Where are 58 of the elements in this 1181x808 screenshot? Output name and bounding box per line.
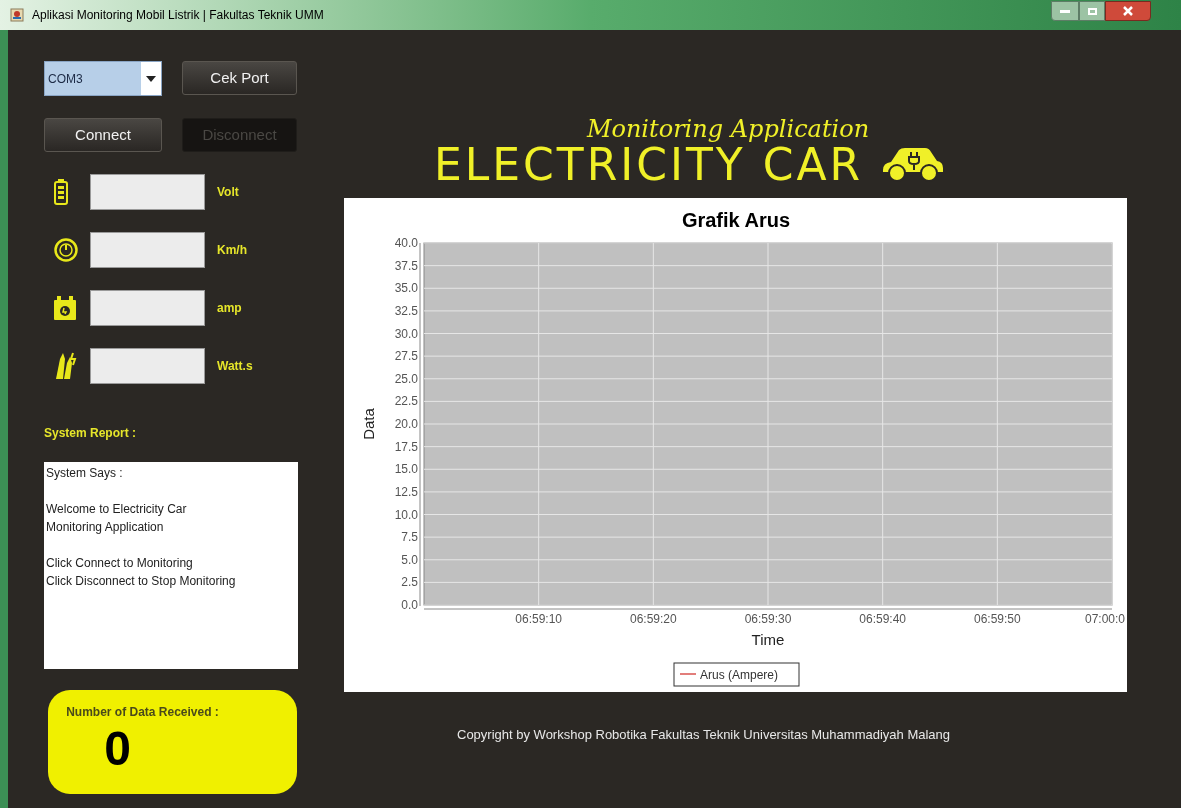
reading-field[interactable] — [90, 174, 205, 210]
logo-title: ELECTRICITY CAR — [434, 142, 864, 188]
y-tick-label: 17.5 — [394, 439, 418, 454]
unit-label: Watt.s — [217, 358, 253, 375]
system-report-text: System Says : Welcome to Electricity Car Monitoring Application Click Connect to Monitoring Click Disconnect to Stop Monitoring — [44, 462, 298, 669]
caret-icon — [146, 75, 156, 82]
x-tick-label: 07:00:0 — [1084, 612, 1125, 626]
unit-label: Volt — [217, 184, 239, 201]
counter-value: 0 — [104, 721, 131, 777]
car-battery-icon — [54, 295, 76, 321]
electric-car-icon — [881, 146, 946, 182]
app-icon — [10, 8, 24, 22]
action-button[interactable]: Connect — [44, 118, 162, 152]
close-button[interactable] — [1105, 1, 1151, 21]
x-tick-label: 06:59:10 — [515, 612, 563, 626]
minimize-button[interactable] — [1051, 1, 1079, 21]
reading-field[interactable] — [90, 232, 205, 268]
maximize-button[interactable] — [1079, 1, 1105, 21]
reading-field[interactable] — [90, 290, 205, 326]
y-tick-label: 12.5 — [394, 484, 418, 499]
window-title: Aplikasi Monitoring Mobil Listrik | Fakultas Teknik UMM — [32, 7, 324, 24]
gauge-icon — [54, 238, 78, 262]
x-tick-label: 06:59:30 — [744, 612, 792, 626]
legend: Arus (Ampere) — [673, 662, 800, 687]
y-tick-label: 27.5 — [394, 349, 418, 364]
action-button[interactable]: Cek Port — [182, 61, 297, 95]
chart-title: Grafik Arus — [681, 209, 791, 231]
y-tick-label: 35.0 — [394, 281, 418, 296]
y-tick-label: 22.5 — [394, 394, 418, 409]
y-tick-label: 2.5 — [401, 575, 418, 590]
x-tick-label: 06:59:40 — [859, 612, 907, 626]
y-tick-label: 25.0 — [394, 371, 418, 386]
unit-label: Km/h — [217, 242, 247, 259]
port-dropdown[interactable]: COM3 — [44, 61, 162, 96]
logo-subtitle: Monitoring Application — [586, 116, 870, 142]
x-axis-title: Time — [751, 631, 785, 648]
y-axis-title: Data — [360, 408, 377, 440]
reading-field[interactable] — [90, 348, 205, 384]
unit-label: amp — [217, 300, 242, 317]
y-tick-label: 7.5 — [401, 530, 418, 545]
y-tick-label: 40.0 — [394, 236, 418, 250]
y-tick-label: 5.0 — [401, 552, 418, 567]
close-icon — [1123, 6, 1133, 16]
jumper-cable-icon — [54, 351, 78, 381]
legend-label: Arus (Ampere) — [700, 668, 779, 682]
x-tick-label: 06:59:20 — [629, 612, 677, 626]
y-tick-label: 32.5 — [394, 303, 418, 318]
y-tick-label: 0.0 — [401, 598, 418, 612]
system-report-label: System Report : — [44, 425, 138, 442]
counter-label: Number of Data Received : — [66, 704, 219, 721]
copyright-text: Copyright by Workshop Robotika Fakultas Teknik Universitas Muhammadiyah Malang — [457, 726, 952, 744]
x-tick-label: 06:59:50 — [973, 612, 1021, 626]
y-tick-label: 30.0 — [394, 326, 418, 341]
y-tick-label: 37.5 — [394, 258, 418, 273]
y-tick-label: 10.0 — [394, 507, 418, 522]
y-tick-label: 15.0 — [394, 462, 418, 477]
battery-icon — [54, 179, 68, 205]
y-tick-label: 20.0 — [394, 417, 418, 431]
